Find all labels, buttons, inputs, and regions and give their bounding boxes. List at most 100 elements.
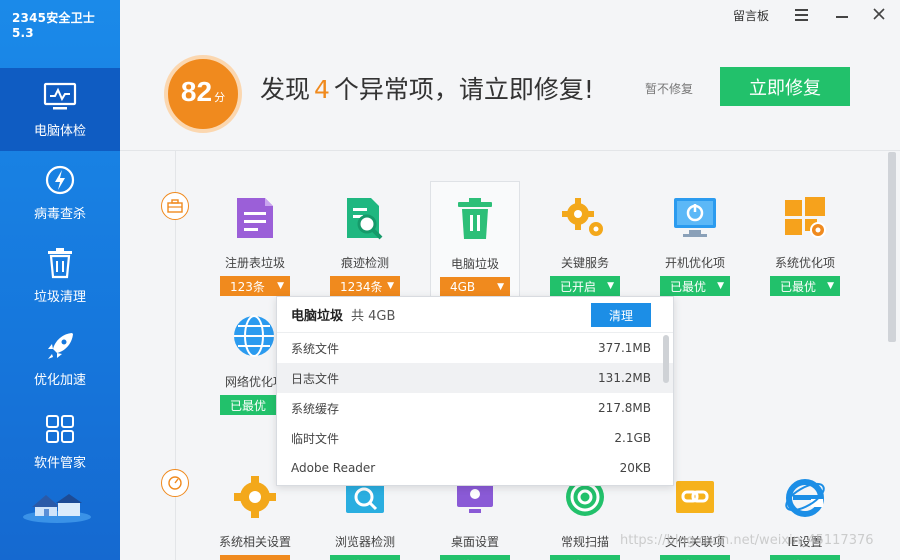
fix-now-button[interactable]: 立即修复 <box>720 67 850 106</box>
registry-doc-icon <box>231 194 279 242</box>
tile-label: 开机优化项 <box>664 256 725 270</box>
headline-prefix: 发现 <box>260 75 311 104</box>
close-icon[interactable] <box>871 6 887 22</box>
sidebar-nav: 电脑体检 病毒查杀 垃圾清理 优化加速 软件管家 <box>0 68 120 483</box>
windows-gear-icon <box>781 194 829 242</box>
trace-search-icon <box>341 194 389 242</box>
tile-registry-junk[interactable]: 注册表垃圾 123条 ▼ <box>210 181 300 299</box>
app-title: 2345安全卫士 5.3 <box>12 11 95 40</box>
popup-total: 共 4GB <box>351 309 396 324</box>
tile-key-services[interactable]: 关键服务 已开启 ▼ <box>540 181 630 299</box>
tile-status-value: 1项 <box>230 557 250 560</box>
headline-suffix: 个异常项，请立即修复! <box>333 75 594 104</box>
tile-status-value: 1234条 <box>340 279 383 294</box>
skip-fix-link[interactable]: 暂不修复 <box>645 80 693 97</box>
junk-row-name: 日志文件 <box>291 371 340 386</box>
tile-label: 桌面设置 <box>450 535 499 549</box>
sidebar-item-software[interactable]: 软件管家 <box>0 400 120 483</box>
ie-icon <box>781 473 829 521</box>
tile-status-value: 正常 <box>780 557 804 560</box>
tile-label: 文件关联项 <box>664 535 725 549</box>
sidebar-item-label: 电脑体检 <box>33 124 86 139</box>
sidebar-item-label: 软件管家 <box>33 456 86 471</box>
tile-label: 系统优化项 <box>774 256 835 270</box>
score-value: 82 <box>180 76 213 107</box>
house-illustration <box>22 483 92 523</box>
monitor-check-icon <box>43 80 77 114</box>
tile-label: 浏览器检测 <box>334 535 395 549</box>
popup-scrollbar[interactable] <box>663 335 669 383</box>
content-scrollbar[interactable] <box>888 152 896 342</box>
tile-startup-optimization[interactable]: 开机优化项 已最优 ▼ <box>650 181 740 299</box>
tile-status-dropdown[interactable]: 1234条 ▼ <box>330 276 400 296</box>
sidebar-item-virus-scan[interactable]: 病毒查杀 <box>0 151 120 234</box>
tile-status-dropdown[interactable]: 已开启 ▼ <box>550 276 620 296</box>
tile-status-dropdown[interactable]: 正常▼ <box>660 555 730 560</box>
tile-status-dropdown[interactable]: 123条 ▼ <box>220 276 290 296</box>
app-grid-icon <box>43 412 77 446</box>
tile-trace-detection[interactable]: 痕迹检测 1234条 ▼ <box>320 181 410 299</box>
menu-icon[interactable] <box>795 9 808 21</box>
chevron-down-icon: ▼ <box>717 281 724 291</box>
tile-status-dropdown[interactable]: 已最优 ▼ <box>770 276 840 296</box>
junk-row[interactable]: 系统文件 377.1MB <box>277 333 673 363</box>
junk-row-name: Adobe Reader <box>291 461 376 475</box>
tile-pc-junk[interactable]: 电脑垃圾 4GB ▼ <box>430 181 520 299</box>
junk-row-size: 131.2MB <box>598 371 651 385</box>
health-score-badge: 82 分 <box>164 55 242 133</box>
junk-row[interactable]: 日志文件 131.2MB <box>277 363 673 393</box>
tile-label: 电脑垃圾 <box>450 257 499 271</box>
tile-status-value: 正常 <box>340 557 364 560</box>
junk-details-popup: 电脑垃圾 共 4GB 清理 系统文件 377.1MB 日志文件 131.2MB 系统… <box>276 296 674 486</box>
tile-status-value: 123条 <box>230 279 265 294</box>
tile-status-dropdown[interactable]: 正常▼ <box>440 555 510 560</box>
sidebar-item-checkup[interactable]: 电脑体检 <box>0 68 120 151</box>
tile-status-dropdown[interactable]: 4GB ▼ <box>440 277 510 297</box>
tile-status-value: 正常 <box>560 557 584 560</box>
chevron-down-icon: ▼ <box>277 281 284 291</box>
tile-system-optimization[interactable]: 系统优化项 已最优 ▼ <box>760 181 850 299</box>
junk-row-size: 2.1GB <box>614 431 651 445</box>
tile-ie-settings[interactable]: IE设置 正常▼ <box>760 460 850 560</box>
junk-row[interactable]: Adobe Reader 20KB <box>277 453 673 483</box>
clean-button[interactable]: 清理 <box>591 303 651 327</box>
score-unit: 分 <box>214 91 226 104</box>
tile-status-value: 已开启 <box>560 279 597 294</box>
junk-row-name: 系统文件 <box>291 341 340 356</box>
sidebar-item-junk-clean[interactable]: 垃圾清理 <box>0 234 120 317</box>
junk-row[interactable]: 系统缓存 217.8MB <box>277 393 673 423</box>
rocket-icon <box>43 329 77 363</box>
sidebar: 2345安全卫士 5.3 电脑体检 病毒查杀 垃圾清理 优化加速 软件管家 <box>0 0 120 560</box>
tile-status-dropdown[interactable]: 正常▼ <box>330 555 400 560</box>
junk-row-name: 系统缓存 <box>291 401 340 416</box>
junk-row[interactable]: 临时文件 2.1GB <box>277 423 673 453</box>
tile-status-dropdown[interactable]: 正常▼ <box>550 555 620 560</box>
sidebar-item-optimize[interactable]: 优化加速 <box>0 317 120 400</box>
file-link-icon <box>671 473 719 521</box>
junk-row-size: 377.1MB <box>598 341 651 355</box>
popup-header: 电脑垃圾 共 4GB 清理 <box>277 297 673 333</box>
popup-title: 电脑垃圾 <box>291 309 344 324</box>
tile-status-dropdown[interactable]: 1项▼ <box>220 555 290 560</box>
minimize-icon[interactable] <box>836 16 848 18</box>
tile-status-value: 已最优 <box>780 279 817 294</box>
chevron-down-icon: ▼ <box>387 281 394 291</box>
gears-icon <box>561 194 609 242</box>
tile-label: IE设置 <box>787 535 823 549</box>
guestbook-button[interactable]: 留言板 <box>733 7 769 24</box>
lightning-shield-icon <box>43 163 77 197</box>
sidebar-item-label: 垃圾清理 <box>33 290 86 305</box>
sidebar-item-label: 优化加速 <box>33 373 86 388</box>
speed-gauge-icon <box>161 469 189 497</box>
tile-label: 痕迹检测 <box>340 256 389 270</box>
scan-result-headline: 发现 4 个异常项，请立即修复! <box>260 70 594 106</box>
tile-status-dropdown[interactable]: 已最优 ▼ <box>660 276 730 296</box>
trash-bin-icon <box>451 195 499 243</box>
tile-status-value: 正常 <box>670 557 694 560</box>
junk-row-size: 20KB <box>619 461 651 475</box>
tile-status-dropdown[interactable]: 正常▼ <box>770 555 840 560</box>
power-monitor-icon <box>671 194 719 242</box>
tile-label: 注册表垃圾 <box>224 256 285 270</box>
gear-wrench-icon <box>231 473 279 521</box>
tile-label: 常规扫描 <box>560 535 609 549</box>
